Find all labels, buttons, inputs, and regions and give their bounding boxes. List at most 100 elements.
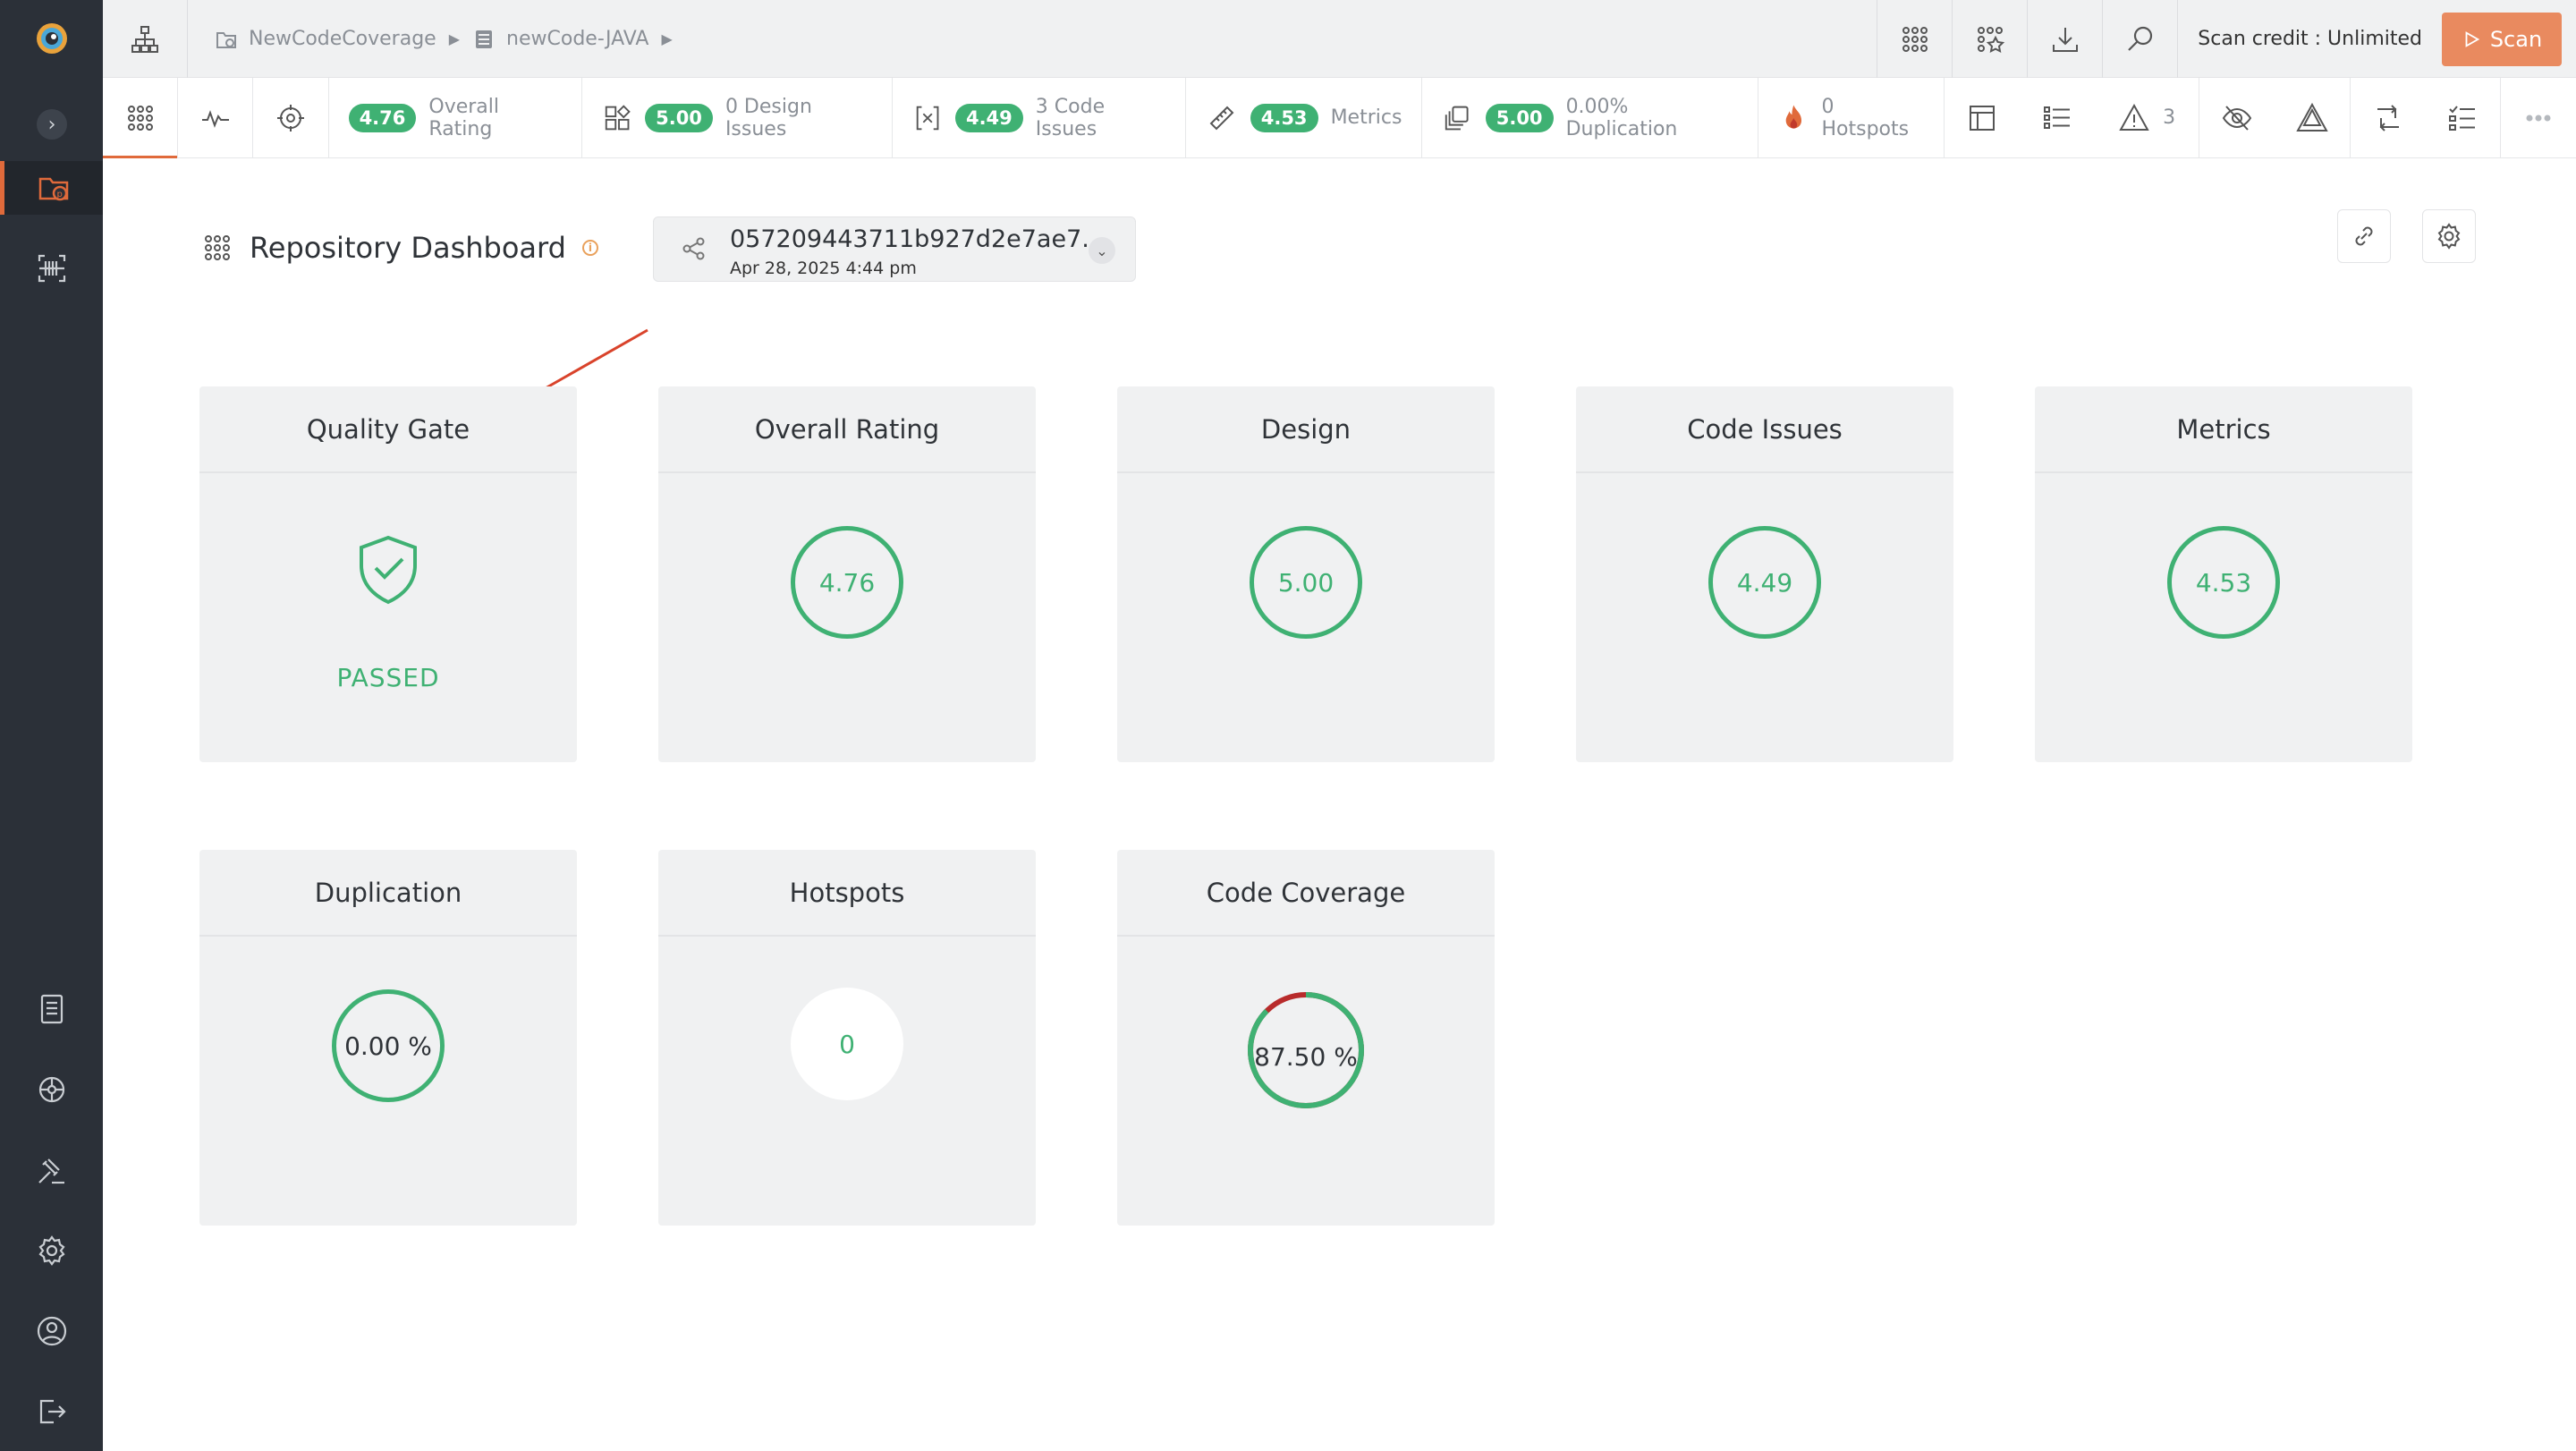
hotspots-ring: 0 (791, 988, 903, 1100)
gavel-icon (38, 1158, 64, 1184)
copy-link-button[interactable] (2337, 209, 2391, 263)
duplication-pill: 5.00 (1485, 103, 1554, 132)
card-code-issues[interactable]: Code Issues 4.49 (1576, 386, 1953, 762)
metrics-pill: 4.53 (1250, 103, 1318, 132)
caret-right-icon[interactable]: ▶ (661, 30, 672, 47)
app-logo[interactable] (0, 9, 103, 67)
tab-metrics[interactable]: 4.53 Metrics (1186, 78, 1423, 157)
card-overall-rating[interactable]: Overall Rating 4.76 (658, 386, 1036, 762)
chevron-down-icon[interactable]: ⌄ (1089, 237, 1115, 264)
rating-ring: 4.53 (2167, 526, 2280, 639)
logo-icon (36, 22, 67, 54)
sidebar-item-integrations[interactable] (0, 1063, 103, 1116)
hierarchy-icon (131, 25, 158, 53)
expand-sidebar-button[interactable]: › (37, 109, 67, 140)
top-bar-actions: Scan credit : Unlimited Scan (1877, 0, 2576, 78)
logout-icon (39, 1399, 66, 1424)
list-icon (2044, 106, 2071, 129)
sidebar-item-profile[interactable] (0, 1304, 103, 1358)
ruler-icon (1209, 106, 1234, 130)
grid-star-icon (1977, 26, 2004, 53)
app-root: › p NewCodeCoverage ▶ newCode-JAVA ▶ Sca… (0, 0, 2576, 1451)
card-code-coverage[interactable]: Code Coverage 87.50 % (1117, 850, 1495, 1226)
tab-dashboard[interactable] (103, 78, 179, 158)
tab-hotspots[interactable]: 0 Hotspots (1758, 78, 1945, 157)
sidebar-item-reports[interactable] (0, 982, 103, 1036)
design-pill: 5.00 (645, 103, 713, 132)
tab-warnings[interactable]: 3 (2095, 78, 2200, 157)
tab-activity[interactable] (178, 78, 254, 157)
tab-design[interactable]: 5.00 0 Design Issues (582, 78, 893, 157)
page-title: Repository Dashboard (250, 231, 566, 265)
tab-list[interactable] (2020, 78, 2095, 157)
dashboard-settings-button[interactable] (2422, 209, 2476, 263)
tab-duplication[interactable]: 5.00 0.00% Duplication (1422, 78, 1758, 157)
overall-rating-pill: 4.76 (348, 103, 417, 132)
breadcrumb: NewCodeCoverage ▶ newCode-JAVA ▶ (215, 0, 673, 78)
card-title: Quality Gate (199, 386, 577, 473)
download-icon (2052, 27, 2078, 52)
tab-overall-rating[interactable]: 4.76 Overall Rating (329, 78, 582, 157)
more-horizontal-icon (2526, 115, 2551, 121)
network-icon (38, 1076, 64, 1103)
card-title: Duplication (199, 850, 577, 937)
download-button[interactable] (2027, 0, 2102, 78)
commit-selector[interactable]: 057209443711b927d2e7ae7... Apr 28, 2025 … (653, 216, 1136, 282)
search-button[interactable] (2102, 0, 2177, 78)
activity-icon (201, 109, 229, 128)
hotspots-label: 0 Hotspots (1821, 95, 1910, 140)
scan-credit: Scan credit : Unlimited (2177, 0, 2442, 78)
card-duplication[interactable]: Duplication 0.00 % (199, 850, 577, 1226)
workflow-icon (2377, 104, 2399, 132)
eye-off-icon (2223, 105, 2252, 131)
repository-icon (476, 30, 493, 48)
tab-vulnerabilities[interactable] (2275, 78, 2351, 157)
overall-rating-label: Overall Rating (428, 95, 500, 140)
tab-code-issues[interactable]: 4.49 3 Code Issues (893, 78, 1186, 157)
favorites-button[interactable] (1952, 0, 2027, 78)
grid-icon (127, 105, 153, 131)
tab-layout[interactable] (1945, 78, 2020, 157)
page-header: Repository Dashboard i (201, 231, 598, 265)
sidebar-item-settings[interactable] (0, 1224, 103, 1277)
scan-button-label: Scan (2489, 26, 2543, 52)
card-quality-gate[interactable]: Quality Gate PASSED (199, 386, 577, 762)
alert-triangle-icon (2296, 102, 2328, 132)
document-icon (40, 994, 63, 1024)
copy-icon (1445, 106, 1469, 130)
sidebar-item-logout[interactable] (0, 1385, 103, 1438)
tab-hidden[interactable] (2199, 78, 2275, 157)
breadcrumb-repository-label: newCode-JAVA (506, 28, 649, 50)
tab-checklist[interactable] (2426, 78, 2501, 157)
breadcrumb-repository[interactable]: newCode-JAVA (472, 28, 648, 51)
svg-text:p: p (57, 190, 63, 199)
coverage-value: 87.50 % (1254, 1042, 1358, 1072)
layout-icon (1969, 105, 1995, 131)
tab-target[interactable] (253, 78, 329, 157)
card-title: Design (1117, 386, 1495, 473)
top-bar: NewCodeCoverage ▶ newCode-JAVA ▶ Scan cr… (103, 0, 2576, 78)
card-metrics[interactable]: Metrics 4.53 (2035, 386, 2412, 762)
sidebar-item-projects[interactable]: p (0, 161, 103, 215)
tab-workflow[interactable] (2351, 78, 2426, 157)
shield-check-icon (360, 535, 417, 605)
warning-icon (2119, 103, 2149, 131)
grid-icon (205, 235, 230, 260)
play-icon (2465, 30, 2479, 47)
user-circle-icon (37, 1316, 66, 1346)
apps-button[interactable] (1877, 0, 1952, 78)
card-design[interactable]: Design 5.00 (1117, 386, 1495, 762)
hierarchy-button[interactable] (103, 0, 188, 78)
code-bracket-icon (916, 106, 939, 130)
more-options[interactable] (2501, 78, 2576, 157)
info-icon[interactable]: i (581, 240, 598, 256)
card-hotspots[interactable]: Hotspots 0 (658, 850, 1036, 1226)
sidebar-item-rules[interactable] (0, 1143, 103, 1197)
card-title: Overall Rating (658, 386, 1036, 473)
commit-date: Apr 28, 2025 4:44 pm (730, 259, 917, 278)
scan-button[interactable]: Scan (2442, 12, 2562, 66)
duplication-label: 0.00% Duplication (1565, 95, 1678, 140)
grid-icon (1902, 26, 1928, 52)
breadcrumb-project[interactable]: NewCodeCoverage (215, 28, 436, 51)
sidebar-item-scan-code[interactable] (0, 242, 103, 295)
